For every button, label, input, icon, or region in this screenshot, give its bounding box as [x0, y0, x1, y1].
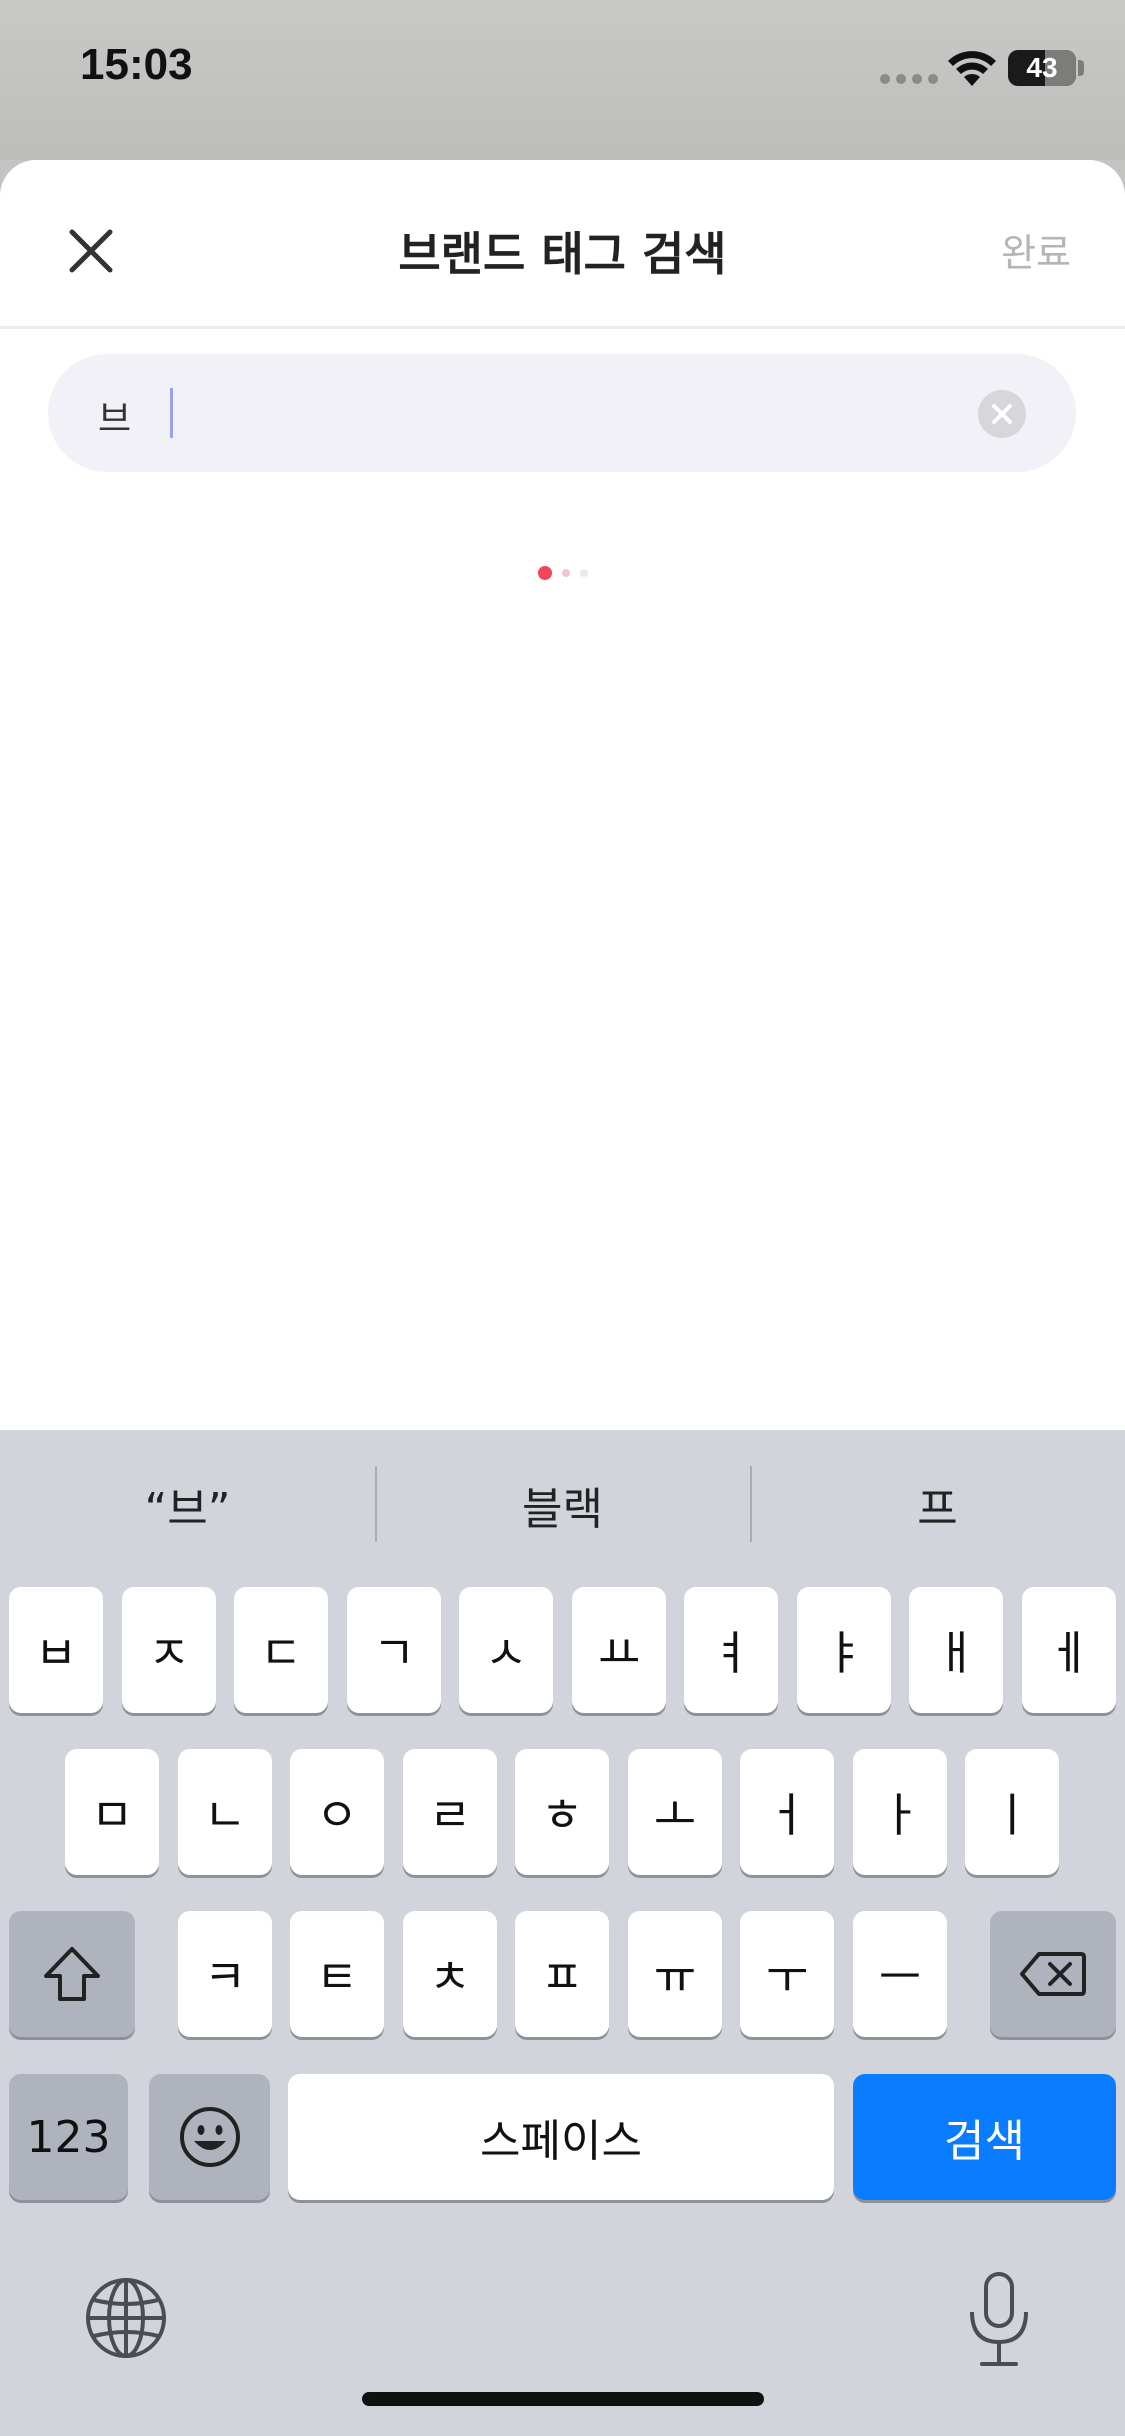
search-input[interactable]: 브: [48, 354, 1076, 472]
key[interactable]: ㅇ: [290, 1749, 384, 1875]
cellular-signal-icon: [880, 74, 938, 84]
key[interactable]: ㅛ: [572, 1587, 666, 1713]
suggestion-item[interactable]: “브”: [0, 1430, 375, 1580]
done-button[interactable]: 완료: [1001, 222, 1071, 277]
search-input-value: 브: [98, 399, 132, 440]
page-title: 브랜드 태그 검색: [398, 227, 727, 281]
numbers-key[interactable]: 123: [9, 2074, 128, 2200]
suggestion-item[interactable]: 프: [750, 1430, 1125, 1580]
shift-icon: [44, 1947, 100, 2001]
suggestion-item[interactable]: 블랙: [375, 1430, 750, 1580]
key[interactable]: ㅏ: [853, 1749, 947, 1875]
key[interactable]: ㄷ: [234, 1587, 328, 1713]
key[interactable]: ㄴ: [178, 1749, 272, 1875]
key[interactable]: ㅜ: [740, 1911, 834, 2037]
clear-search-button[interactable]: [978, 390, 1026, 438]
home-indicator: [362, 2392, 764, 2406]
predictive-text-bar: “브” 블랙 프: [0, 1430, 1125, 1580]
key[interactable]: ㅣ: [965, 1749, 1059, 1875]
key[interactable]: ㅓ: [740, 1749, 834, 1875]
key[interactable]: ㅎ: [515, 1749, 609, 1875]
status-bar: 15:03 43: [0, 0, 1125, 160]
key[interactable]: ㄹ: [403, 1749, 497, 1875]
key[interactable]: ㅑ: [797, 1587, 891, 1713]
wifi-icon: [948, 51, 996, 86]
key[interactable]: ㅁ: [65, 1749, 159, 1875]
space-key[interactable]: 스페이스: [288, 2074, 834, 2200]
key[interactable]: ㅐ: [909, 1587, 1003, 1713]
status-time: 15:03: [80, 40, 193, 89]
loading-indicator: [538, 566, 588, 580]
key[interactable]: ㅂ: [9, 1587, 103, 1713]
battery-level: 43: [1026, 52, 1058, 83]
brand-tag-search-sheet: 브랜드 태그 검색 완료 브: [0, 160, 1125, 1430]
key[interactable]: ㄱ: [347, 1587, 441, 1713]
battery-icon: 43: [1008, 50, 1076, 86]
key[interactable]: ㅍ: [515, 1911, 609, 2037]
backspace-key[interactable]: [990, 1911, 1116, 2037]
key[interactable]: ㅅ: [459, 1587, 553, 1713]
shift-key[interactable]: [9, 1911, 135, 2037]
keyboard: “브” 블랙 프 ㅂ ㅈ ㄷ ㄱ ㅅ ㅛ ㅕ ㅑ ㅐ ㅔ ㅁ ㄴ ㅇ ㄹ ㅎ ㅗ…: [0, 1430, 1125, 2436]
key[interactable]: ㅊ: [403, 1911, 497, 2037]
key[interactable]: ㅋ: [178, 1911, 272, 2037]
backspace-icon: [1020, 1952, 1086, 1996]
search-key[interactable]: 검색: [853, 2074, 1116, 2200]
clear-icon: [992, 404, 1012, 424]
text-cursor: [170, 388, 173, 438]
emoji-key[interactable]: [149, 2074, 270, 2200]
battery-tip: [1078, 60, 1084, 76]
globe-icon[interactable]: [84, 2276, 168, 2360]
key[interactable]: ㅔ: [1022, 1587, 1116, 1713]
header-divider: [0, 326, 1125, 329]
emoji-icon: [179, 2107, 240, 2167]
key[interactable]: ㅈ: [122, 1587, 216, 1713]
key[interactable]: ㅌ: [290, 1911, 384, 2037]
microphone-icon[interactable]: [964, 2270, 1034, 2370]
key[interactable]: ㅡ: [853, 1911, 947, 2037]
key[interactable]: ㅗ: [628, 1749, 722, 1875]
key[interactable]: ㅠ: [628, 1911, 722, 2037]
key[interactable]: ㅕ: [684, 1587, 778, 1713]
